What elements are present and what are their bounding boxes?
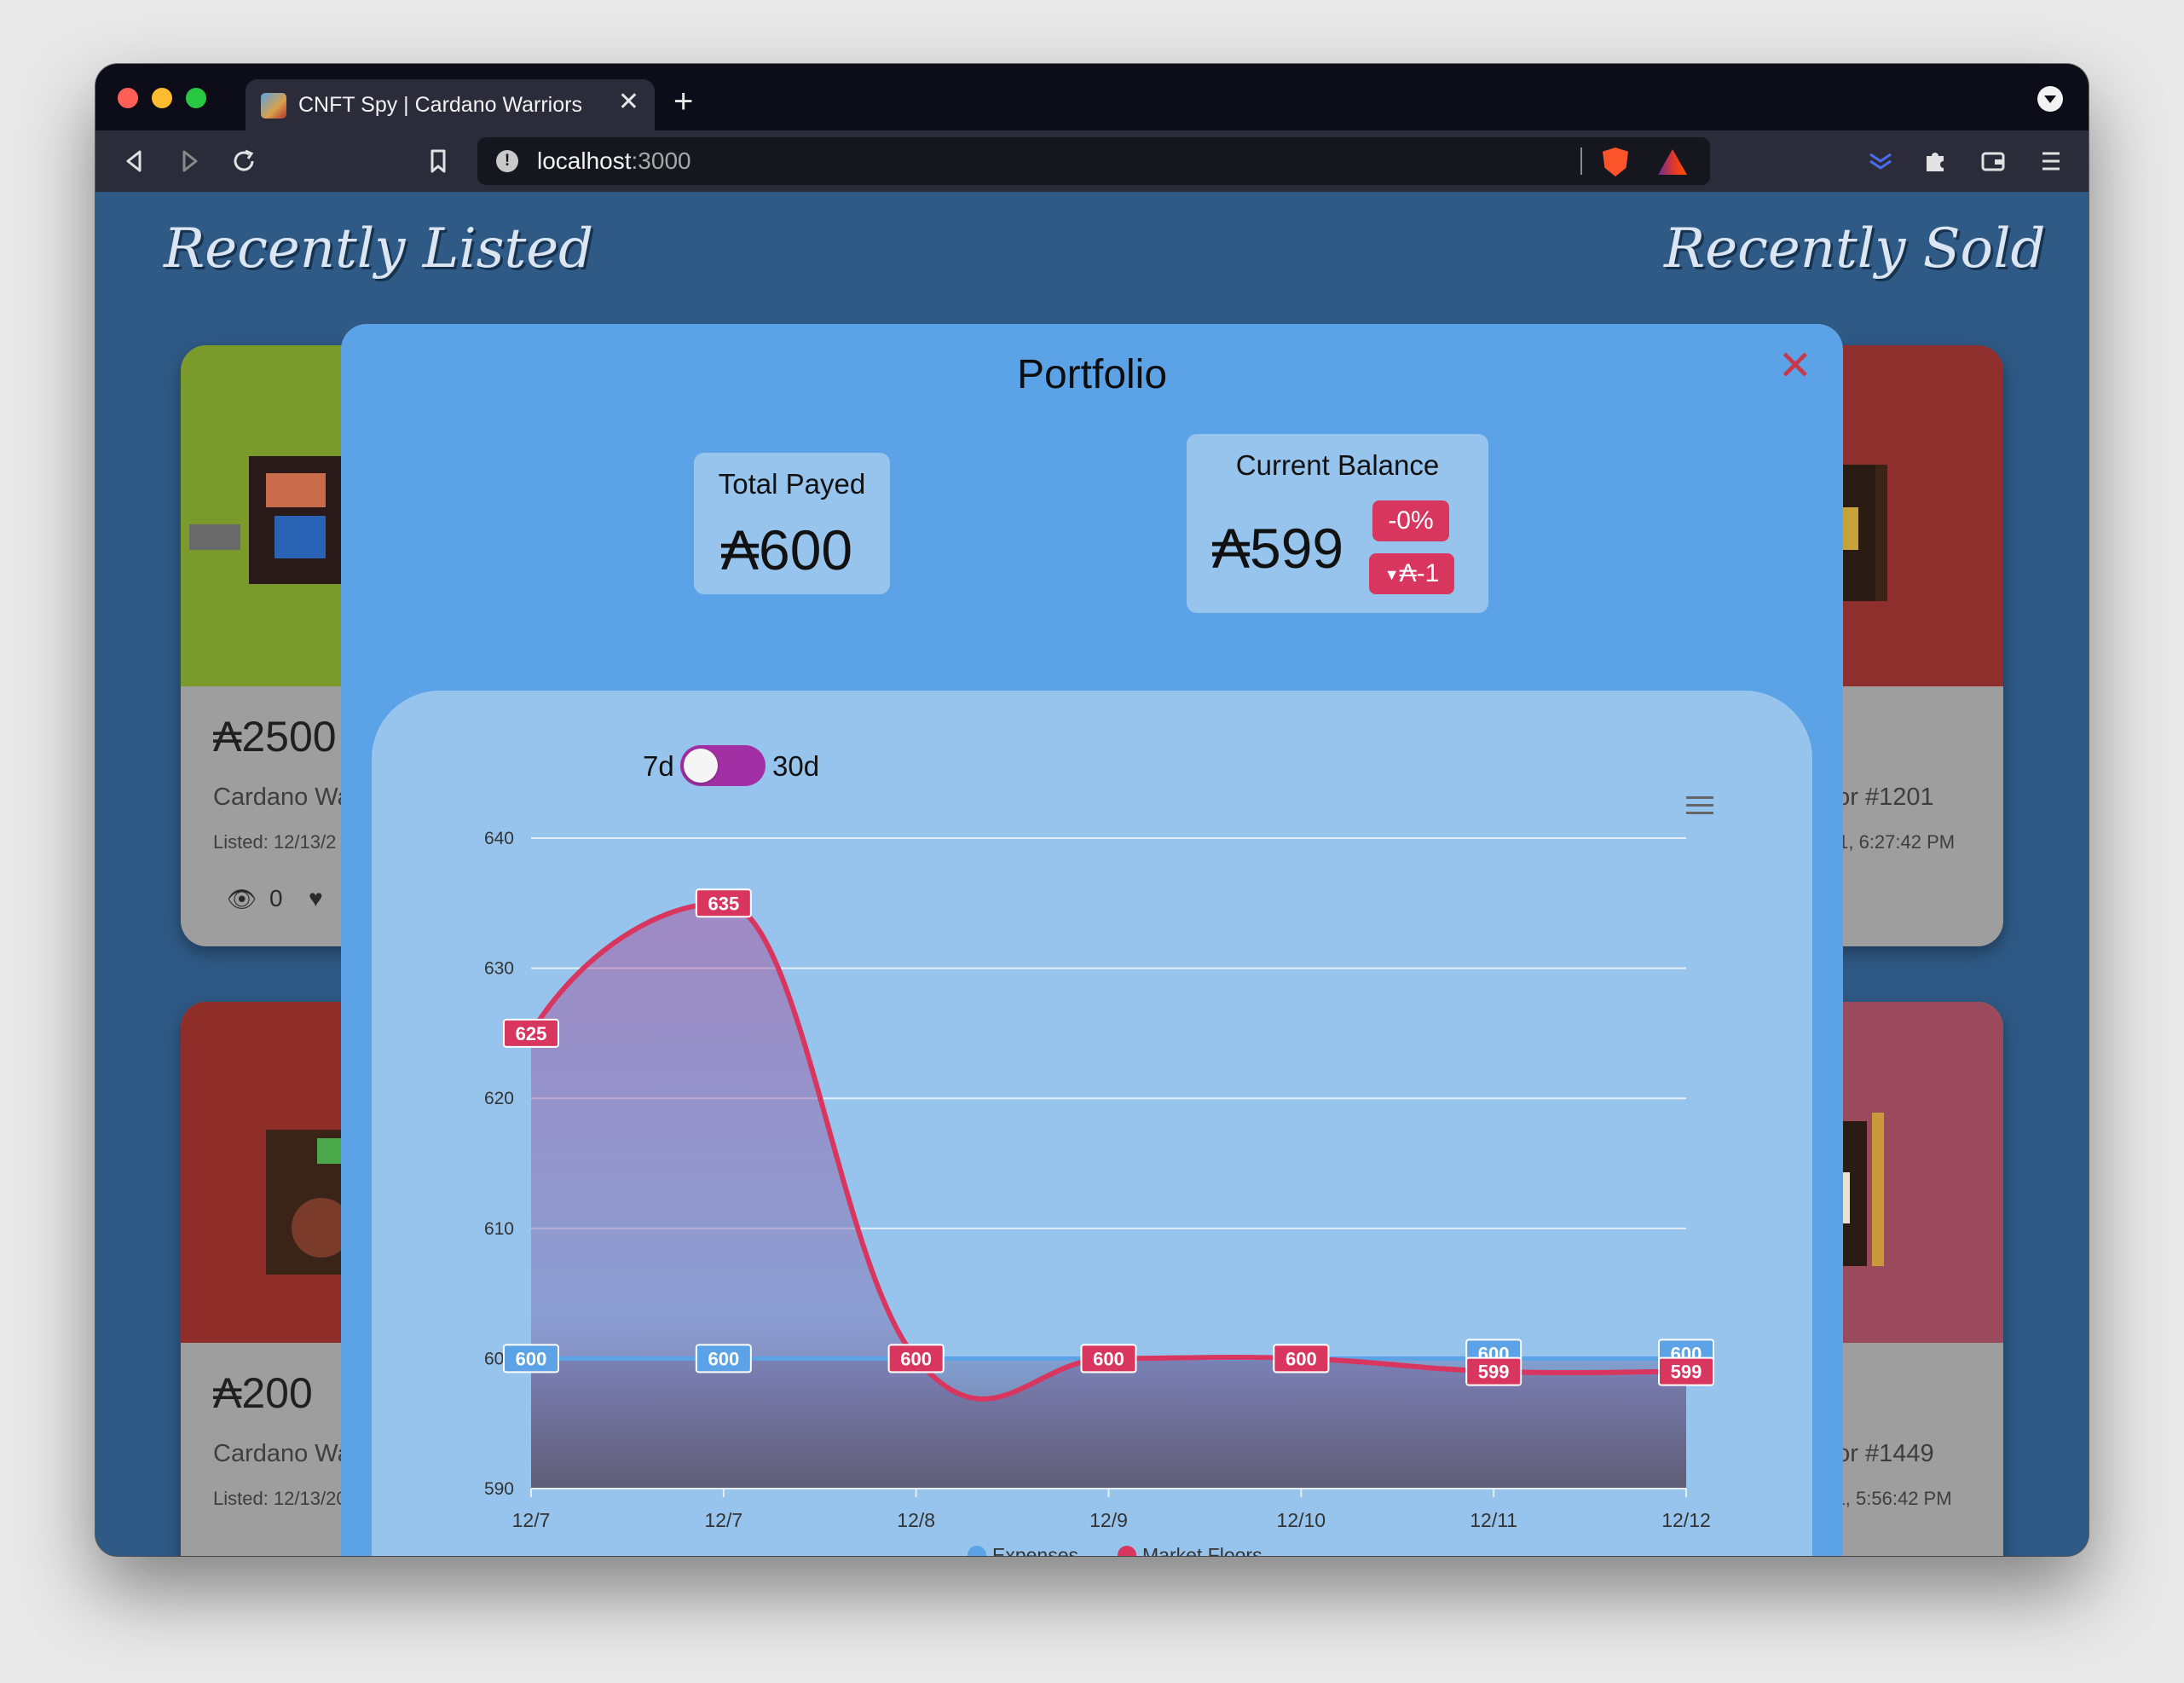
- market-floors-data-label: 599: [1478, 1362, 1510, 1383]
- x-tick-label: 12/7: [704, 1509, 742, 1531]
- card-name: Cardano Wa: [213, 784, 351, 811]
- y-tick-label: 590: [484, 1479, 514, 1499]
- brave-shield-icon[interactable]: [1603, 147, 1628, 176]
- current-balance-label: Current Balance: [1235, 449, 1440, 481]
- heart-icon[interactable]: ♥: [309, 885, 323, 912]
- y-tick-label: 620: [484, 1089, 514, 1108]
- recently-listed-heading: Recently Listed: [164, 217, 594, 280]
- back-icon[interactable]: [118, 144, 152, 178]
- caret-down-icon: ▼: [1384, 566, 1400, 584]
- x-tick-label: 12/8: [897, 1509, 935, 1531]
- market-floors-data-label: 600: [900, 1348, 932, 1369]
- x-tick-label: 12/9: [1089, 1509, 1128, 1531]
- chart-panel: 7d 30d 590 600 610 620 630 640 12/7 12/7 12/8 12/…: [372, 691, 1812, 1556]
- favicon-icon: [261, 93, 286, 119]
- forward-icon[interactable]: [172, 144, 206, 178]
- portfolio-modal: Portfolio ✕ Total Payed ₳600 Current Bal…: [341, 324, 1843, 1556]
- expenses-data-label: 600: [516, 1348, 547, 1369]
- card-name: Cardano Wa: [213, 1440, 351, 1467]
- maximize-window-button[interactable]: [186, 88, 206, 108]
- card-price: ₳2500: [213, 713, 337, 761]
- extensions-icon[interactable]: [1918, 144, 1952, 178]
- close-window-button[interactable]: [118, 88, 138, 108]
- market-floors-data-label: 599: [1671, 1362, 1702, 1383]
- market-floors-data-label: 600: [1093, 1348, 1124, 1369]
- eye-icon: 👁: [227, 886, 257, 912]
- y-tick-label: 630: [484, 959, 514, 979]
- ada-change-badge: ▼₳-1: [1369, 553, 1454, 594]
- total-payed-value: ₳600: [721, 518, 853, 581]
- legend-market-floors-label: Market Floors: [1142, 1544, 1262, 1556]
- market-floors-area: [531, 903, 1686, 1489]
- tab-bar: CNFT Spy | Cardano Warriors ✕ +: [95, 64, 2089, 130]
- y-tick-label: 610: [484, 1219, 514, 1239]
- x-tick-label: 12/10: [1277, 1509, 1326, 1531]
- menu-icon[interactable]: [2034, 144, 2068, 178]
- new-tab-button[interactable]: +: [673, 84, 693, 119]
- wallet-icon[interactable]: [1976, 144, 2010, 178]
- market-floors-data-label: 635: [708, 893, 739, 914]
- wallet-extension-icon[interactable]: [1863, 144, 1898, 178]
- legend-market-floors-marker: [1118, 1546, 1136, 1556]
- card-listed-date: Listed: 12/13/2: [213, 831, 337, 853]
- portfolio-chart: 590 600 610 620 630 640 12/7 12/7 12/8 12/9 12/10 1…: [484, 829, 1714, 1556]
- card-price: ₳200: [213, 1369, 313, 1417]
- tab-close-icon[interactable]: ✕: [618, 90, 639, 115]
- url-text[interactable]: localhost:3000: [537, 147, 691, 175]
- minimize-window-button[interactable]: [152, 88, 172, 108]
- current-balance-value: ₳599: [1212, 517, 1344, 580]
- url-separator: [1580, 147, 1582, 175]
- x-tick-label: 12/11: [1470, 1509, 1517, 1531]
- current-balance-box: Current Balance ₳599 -0% ▼₳-1: [1187, 434, 1488, 613]
- url-host: localhost: [537, 147, 632, 174]
- market-floors-data-label: 600: [1286, 1348, 1317, 1369]
- legend-expenses-marker: [968, 1546, 986, 1556]
- x-tick-label: 12/12: [1661, 1509, 1711, 1531]
- info-icon[interactable]: !: [496, 150, 518, 172]
- total-payed-box: Total Payed ₳600: [694, 453, 890, 594]
- market-floors-data-label: 625: [516, 1023, 547, 1044]
- view-count: 0: [269, 885, 283, 911]
- ada-change-value: ₳-1: [1399, 559, 1440, 587]
- reload-icon[interactable]: [227, 144, 261, 178]
- x-tick-label: 12/7: [512, 1509, 551, 1531]
- percent-change-badge: -0%: [1372, 500, 1449, 541]
- browser-toolbar: ! localhost:3000: [95, 130, 2089, 192]
- address-bar[interactable]: ! localhost:3000: [477, 137, 1710, 185]
- browser-window: CNFT Spy | Cardano Warriors ✕ + ! localh…: [95, 64, 2089, 1556]
- total-payed-label: Total Payed: [718, 468, 866, 500]
- expenses-data-label: 600: [708, 1348, 739, 1369]
- tab-title: CNFT Spy | Cardano Warriors: [298, 93, 582, 117]
- y-tick-label: 640: [484, 829, 514, 848]
- close-icon[interactable]: ✕: [1778, 346, 1812, 387]
- page-content: Recently Listed Recently Sold ₳2500 Card…: [95, 192, 2089, 1556]
- browser-tab[interactable]: CNFT Spy | Cardano Warriors ✕: [246, 79, 655, 130]
- card-listed-date: :1, 6:27:42 PM: [1833, 831, 1956, 853]
- brave-rewards-icon[interactable]: [1658, 149, 1687, 175]
- bookmark-icon[interactable]: [421, 144, 455, 178]
- recently-sold-heading: Recently Sold: [1664, 217, 2046, 280]
- url-port: :3000: [631, 147, 691, 174]
- modal-title: Portfolio: [1016, 352, 1168, 397]
- tab-search-icon[interactable]: [2037, 86, 2063, 112]
- legend-expenses-label: Expenses: [992, 1544, 1078, 1556]
